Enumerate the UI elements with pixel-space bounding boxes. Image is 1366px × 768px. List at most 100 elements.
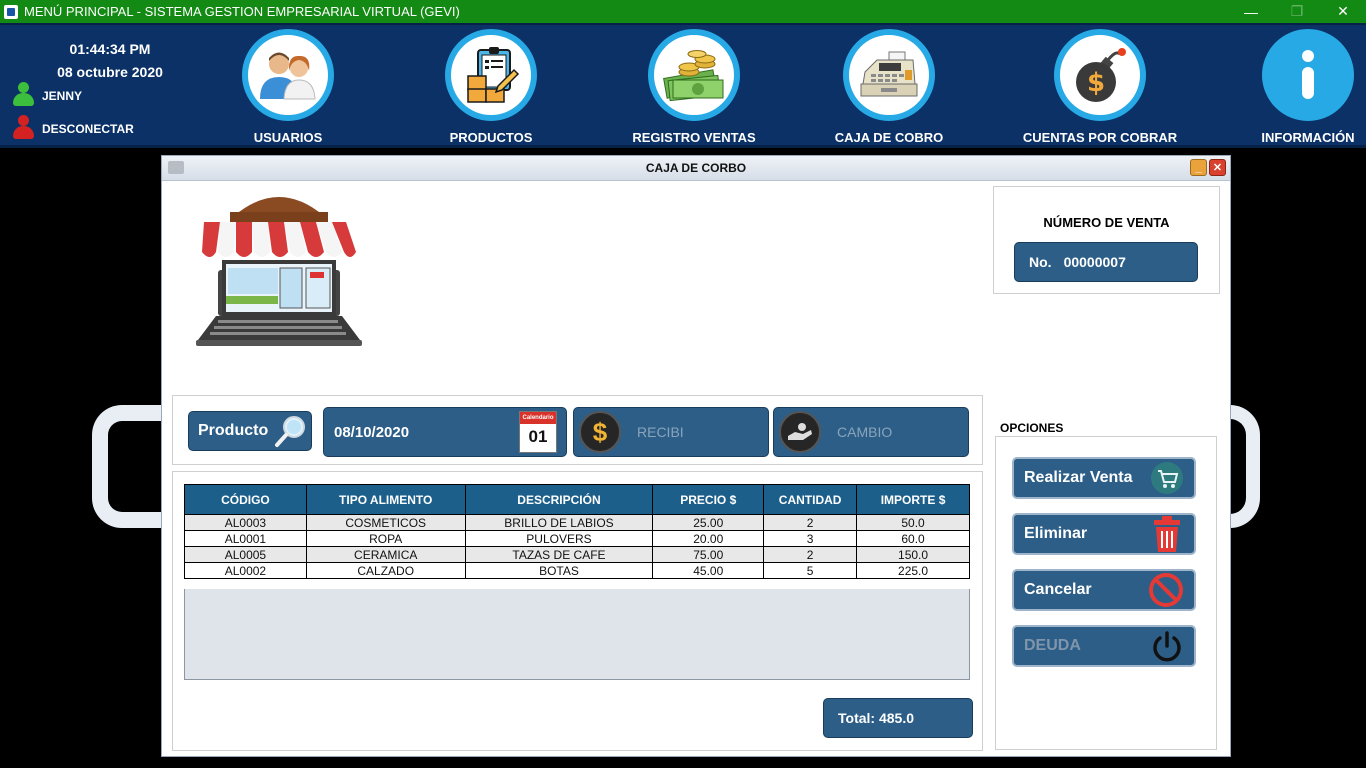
cashier-window-title: CAJA DE CORBO <box>645 161 747 175</box>
date-field[interactable]: 08/10/2020 Calendario 01 <box>323 407 567 457</box>
sale-number-panel: NÚMERO DE VENTA No. 00000007 <box>993 186 1220 294</box>
column-header[interactable]: IMPORTE $ <box>856 484 970 515</box>
table-cell: 150.0 <box>856 546 970 563</box>
nav-caja-de-cobro[interactable]: CAJA DE COBRO <box>799 29 979 145</box>
column-header[interactable]: CÓDIGO <box>184 484 307 515</box>
table-cell: AL0005 <box>184 546 307 563</box>
realizar-venta-button[interactable]: Realizar Venta <box>1012 457 1196 499</box>
money-bomb-icon: $ <box>1054 29 1146 121</box>
total-display: Total: 485.0 <box>823 698 973 738</box>
sale-number-title: NÚMERO DE VENTA <box>1043 215 1170 230</box>
users-icon <box>242 29 334 121</box>
cancelar-button[interactable]: Cancelar <box>1012 569 1196 611</box>
cashier-body: NÚMERO DE VENTA No. 00000007 Producto 08… <box>162 181 1230 756</box>
table-cell: 60.0 <box>856 530 970 547</box>
calendar-day: 01 <box>528 427 548 446</box>
table-cell: 75.00 <box>652 546 765 563</box>
close-icon[interactable]: ✕ <box>1320 0 1366 23</box>
table-cell: 3 <box>763 530 858 547</box>
table-row[interactable]: AL0005 CERAMICA TAZAS DE CAFE 75.00 2 15… <box>184 546 970 563</box>
minimize-icon[interactable]: _ <box>1190 159 1207 176</box>
options-title: OPCIONES <box>1000 421 1064 435</box>
table-row[interactable]: AL0001 ROPA PULOVERS 20.00 3 60.0 <box>184 530 970 547</box>
realizar-venta-label: Realizar Venta <box>1024 469 1133 486</box>
cashier-window-controls: _ ✕ <box>1190 159 1226 176</box>
table-cell: BRILLO DE LABIOS <box>464 514 654 531</box>
maximize-icon[interactable]: ❐ <box>1274 0 1320 23</box>
store-illustration <box>194 186 364 358</box>
cashier-window: CAJA DE CORBO _ ✕ NÚMERO DE VENTA No. 00… <box>161 155 1231 757</box>
column-header[interactable]: CANTIDAD <box>763 484 858 515</box>
nav-productos[interactable]: PRODUCTOS <box>401 29 581 145</box>
sale-items-table: CÓDIGO TIPO ALIMENTO DESCRIPCIÓN PRECIO … <box>184 484 970 579</box>
sale-items-panel: CÓDIGO TIPO ALIMENTO DESCRIPCIÓN PRECIO … <box>172 471 983 751</box>
column-header[interactable]: TIPO ALIMENTO <box>305 484 466 515</box>
sale-number-value: 00000007 <box>1063 254 1126 270</box>
eliminar-label: Eliminar <box>1024 525 1088 542</box>
shopping-cart-icon <box>1151 462 1183 494</box>
table-cell: AL0002 <box>184 562 307 579</box>
nav-informacion[interactable]: INFORMACIÓN <box>1218 29 1366 145</box>
nav-productos-label: PRODUCTOS <box>449 130 533 145</box>
input-row-panel: Producto 08/10/2020 Calendario 01 $ RECI… <box>172 395 983 465</box>
table-cell: 50.0 <box>856 514 970 531</box>
options-panel: Realizar Venta Eliminar Cancelar DEUDA <box>995 436 1217 750</box>
table-cell: AL0003 <box>184 514 307 531</box>
window-title: MENÚ PRINCIPAL - SISTEMA GESTION EMPRESA… <box>24 4 460 19</box>
recibi-field[interactable]: $ RECIBI <box>573 407 769 457</box>
cashier-window-icon <box>168 161 184 174</box>
table-cell: 2 <box>763 546 858 563</box>
table-cell: CALZADO <box>305 562 466 579</box>
dollar-icon: $ <box>579 411 621 453</box>
table-cell: BOTAS <box>464 562 654 579</box>
power-icon <box>1153 631 1181 662</box>
column-header[interactable]: DESCRIPCIÓN <box>464 484 654 515</box>
calendar-header: Calendario <box>520 412 556 424</box>
user-icon <box>12 82 34 110</box>
minimize-icon[interactable]: — <box>1228 0 1274 23</box>
current-user: JENNY <box>12 82 82 110</box>
table-cell: 45.00 <box>652 562 765 579</box>
table-row[interactable]: AL0003 COSMETICOS BRILLO DE LABIOS 25.00… <box>184 514 970 531</box>
nav-informacion-label: INFORMACIÓN <box>1261 130 1355 145</box>
trash-icon <box>1154 516 1180 552</box>
nav-usuarios-label: USUARIOS <box>253 130 323 145</box>
cambio-placeholder: CAMBIO <box>837 424 893 440</box>
nav-usuarios[interactable]: USUARIOS <box>198 29 378 145</box>
total-value: Total: 485.0 <box>838 710 914 726</box>
sale-number-box: No. 00000007 <box>1014 242 1198 282</box>
time-label: 01:44:34 PM <box>69 41 151 57</box>
eliminar-button[interactable]: Eliminar <box>1012 513 1196 555</box>
close-icon[interactable]: ✕ <box>1209 159 1226 176</box>
table-header-row: CÓDIGO TIPO ALIMENTO DESCRIPCIÓN PRECIO … <box>184 484 970 515</box>
table-cell: ROPA <box>305 530 466 547</box>
products-icon <box>445 29 537 121</box>
svg-text:$: $ <box>1087 68 1105 98</box>
clock: 01:44:34 PM 08 octubre 2020 <box>30 38 190 84</box>
user-name: JENNY <box>42 89 83 103</box>
table-cell: AL0001 <box>184 530 307 547</box>
deuda-label: DEUDA <box>1024 637 1081 654</box>
producto-search-button[interactable]: Producto <box>188 411 312 451</box>
table-cell: 2 <box>763 514 858 531</box>
hand-coin-icon <box>779 411 821 453</box>
cashier-window-titlebar: CAJA DE CORBO _ ✕ <box>162 156 1230 181</box>
nav-cuentas-por-cobrar-label: CUENTAS POR COBRAR <box>1022 130 1178 145</box>
table-cell: 25.00 <box>652 514 765 531</box>
cambio-field[interactable]: CAMBIO <box>773 407 969 457</box>
date-label: 08 octubre 2020 <box>57 64 163 80</box>
nav-cuentas-por-cobrar[interactable]: $ CUENTAS POR COBRAR <box>1010 29 1190 145</box>
nav-registro-ventas[interactable]: REGISTRO VENTAS <box>604 29 784 145</box>
producto-label: Producto <box>198 422 269 439</box>
cancelar-label: Cancelar <box>1024 581 1092 598</box>
table-row[interactable]: AL0002 CALZADO BOTAS 45.00 5 225.0 <box>184 562 970 579</box>
table-empty-area[interactable] <box>184 589 970 680</box>
calendar-icon[interactable]: Calendario 01 <box>519 411 557 453</box>
column-header[interactable]: PRECIO $ <box>652 484 765 515</box>
prohibited-icon <box>1149 573 1183 607</box>
nav-registro-ventas-label: REGISTRO VENTAS <box>632 130 756 145</box>
disconnect-button[interactable]: DESCONECTAR <box>12 115 134 143</box>
disconnect-label: DESCONECTAR <box>42 122 134 136</box>
table-cell: 225.0 <box>856 562 970 579</box>
deuda-button[interactable]: DEUDA <box>1012 625 1196 667</box>
